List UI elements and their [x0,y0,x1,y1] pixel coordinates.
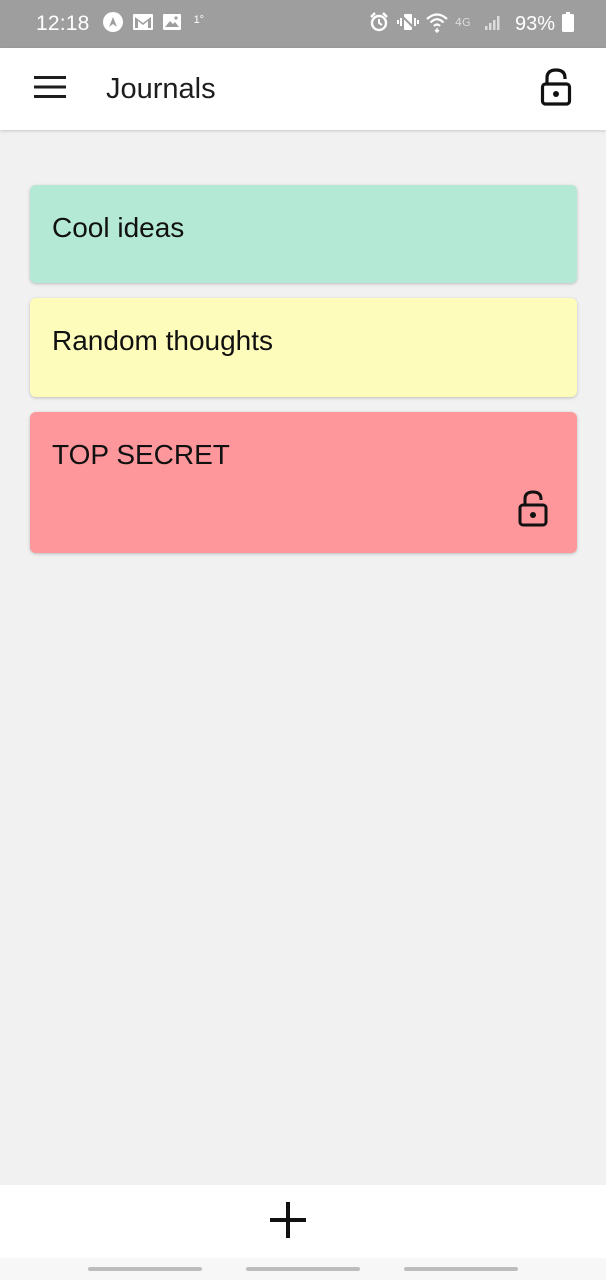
navigation-bar [0,1258,606,1280]
app-bar: Journals [0,48,606,130]
svg-text:4G: 4G [455,16,471,29]
journal-title: TOP SECRET [52,439,230,470]
4g-icon: 4G [455,15,477,34]
hamburger-menu-icon [34,75,66,104]
journal-card-cool-ideas[interactable]: Cool ideas [30,185,577,283]
vibrate-icon [396,11,419,38]
status-bar: 12:18 1° 4G 93% [0,0,606,48]
gmail-icon [132,13,154,36]
menu-button[interactable] [26,67,74,111]
journal-card-top-secret[interactable]: TOP SECRET [30,412,577,553]
signal-icon [484,13,502,36]
nav-app-icon [102,11,124,38]
nav-recents-pill[interactable] [88,1267,202,1271]
journal-title: Cool ideas [52,212,185,243]
status-time: 12:18 [36,12,90,35]
page-title: Journals [106,73,216,105]
alarm-icon [368,11,390,38]
status-left: 12:18 1° [36,0,204,48]
lock-button[interactable] [532,66,580,112]
journal-title: Random thoughts [52,325,274,356]
status-right: 4G 93% [368,0,574,48]
plus-icon [270,1201,306,1243]
gallery-icon [162,13,182,36]
lock-open-icon [540,67,572,111]
journal-list: Cool ideas Random thoughts TOP SECRET [30,185,577,568]
nav-home-pill[interactable] [246,1267,360,1271]
journal-card-random-thoughts[interactable]: Random thoughts [30,298,577,397]
battery-percent: 93% [514,12,555,35]
battery-icon [562,11,574,37]
lock-open-icon [517,489,551,529]
nav-back-pill[interactable] [404,1267,518,1271]
add-journal-button[interactable] [262,1197,314,1247]
wifi-icon [426,11,448,38]
status-temperature: 1° [193,14,205,26]
bottom-bar [0,1185,606,1258]
